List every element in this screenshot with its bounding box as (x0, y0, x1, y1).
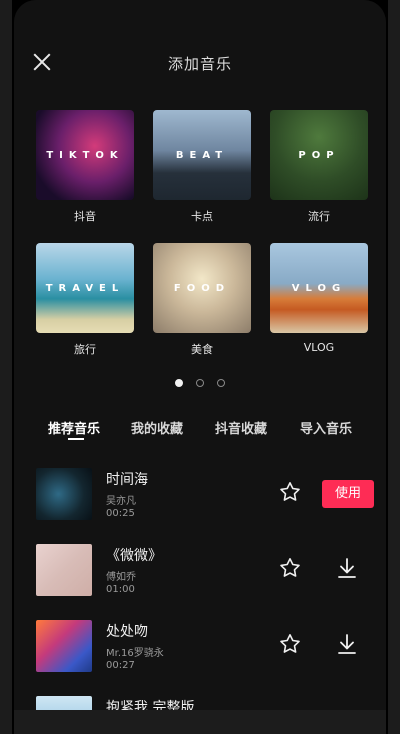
category-label: 旅行 (74, 343, 96, 356)
category-label: 美食 (191, 343, 213, 356)
category-thumb-vlog: VLOG (270, 243, 368, 333)
category-thumb-travel: TRAVEL (36, 243, 134, 333)
song-title: 处处吻 (106, 624, 148, 640)
category-card-travel[interactable]: TRAVEL 旅行 (36, 243, 134, 357)
category-thumb-beat: BEAT (153, 110, 251, 200)
category-label: VLOG (303, 341, 335, 354)
category-label: 流行 (308, 210, 330, 223)
category-card-food[interactable]: FOOD 美食 (153, 243, 251, 357)
phone-frame: 添加音乐 TIKTOK 抖音 BEAT 卡点 POP 流行 TRAVEL 旅行 … (0, 0, 400, 734)
tab-import-music[interactable]: 导入音乐 (300, 418, 352, 437)
category-card-pop[interactable]: POP 流行 (270, 110, 368, 224)
category-word: BEAT (175, 150, 229, 161)
category-word: TRAVEL (45, 283, 125, 294)
song-artist: 吴亦凡 (106, 496, 136, 507)
category-word: POP (298, 150, 340, 161)
song-duration: 00:25 (106, 508, 135, 519)
song-duration: 01:00 (106, 584, 135, 595)
star-icon[interactable] (278, 480, 302, 504)
song-artist: Mr.16罗骁永 (106, 648, 164, 659)
category-label: 抖音 (74, 210, 96, 223)
song-duration: 00:27 (106, 660, 135, 671)
page-dot[interactable] (196, 379, 204, 387)
use-button[interactable]: 使用 (322, 480, 374, 508)
page-title: 添加音乐 (167, 55, 232, 73)
song-title: 《微微》 (106, 548, 162, 564)
song-row[interactable]: 处处吻 Mr.16罗骁永 00:27 (14, 612, 386, 688)
download-icon[interactable] (336, 632, 358, 656)
add-music-screen: 添加音乐 TIKTOK 抖音 BEAT 卡点 POP 流行 TRAVEL 旅行 … (14, 0, 386, 734)
phone-bezel-left (0, 0, 12, 734)
song-row[interactable]: 时间海 吴亦凡 00:25 使用 (14, 460, 386, 536)
category-thumb-tiktok: TIKTOK (36, 110, 134, 200)
tab-my-favorites[interactable]: 我的收藏 (131, 418, 183, 437)
song-cover (36, 620, 92, 672)
category-card-tiktok[interactable]: TIKTOK 抖音 (36, 110, 134, 224)
active-tab-underline (68, 438, 84, 440)
page-indicator (14, 372, 386, 391)
song-row[interactable]: 《微微》 傅如乔 01:00 (14, 536, 386, 612)
page-dot[interactable] (217, 379, 226, 387)
category-label: 卡点 (191, 210, 213, 223)
category-card-beat[interactable]: BEAT 卡点 (153, 110, 251, 224)
category-word: FOOD (173, 283, 231, 294)
song-title: 时间海 (106, 472, 148, 488)
song-artist: 傅如乔 (106, 572, 136, 583)
header: 添加音乐 (14, 44, 386, 80)
star-icon[interactable] (278, 632, 302, 656)
page-dot[interactable] (174, 379, 183, 387)
bottom-edge (14, 710, 386, 734)
tab-recommended[interactable]: 推荐音乐 (48, 418, 100, 437)
category-thumb-pop: POP (270, 110, 368, 200)
song-cover (36, 544, 92, 596)
phone-bezel-right (388, 0, 400, 734)
category-word: VLOG (291, 283, 347, 294)
song-cover (36, 468, 92, 520)
category-word: TIKTOK (46, 150, 124, 161)
music-tabs: 推荐音乐 我的收藏 抖音收藏 导入音乐 (14, 410, 386, 450)
category-card-vlog[interactable]: VLOG VLOG (270, 243, 368, 354)
tab-douyin-favorites[interactable]: 抖音收藏 (215, 418, 267, 437)
category-thumb-food: FOOD (153, 243, 251, 333)
star-icon[interactable] (278, 556, 302, 580)
download-icon[interactable] (336, 556, 358, 580)
